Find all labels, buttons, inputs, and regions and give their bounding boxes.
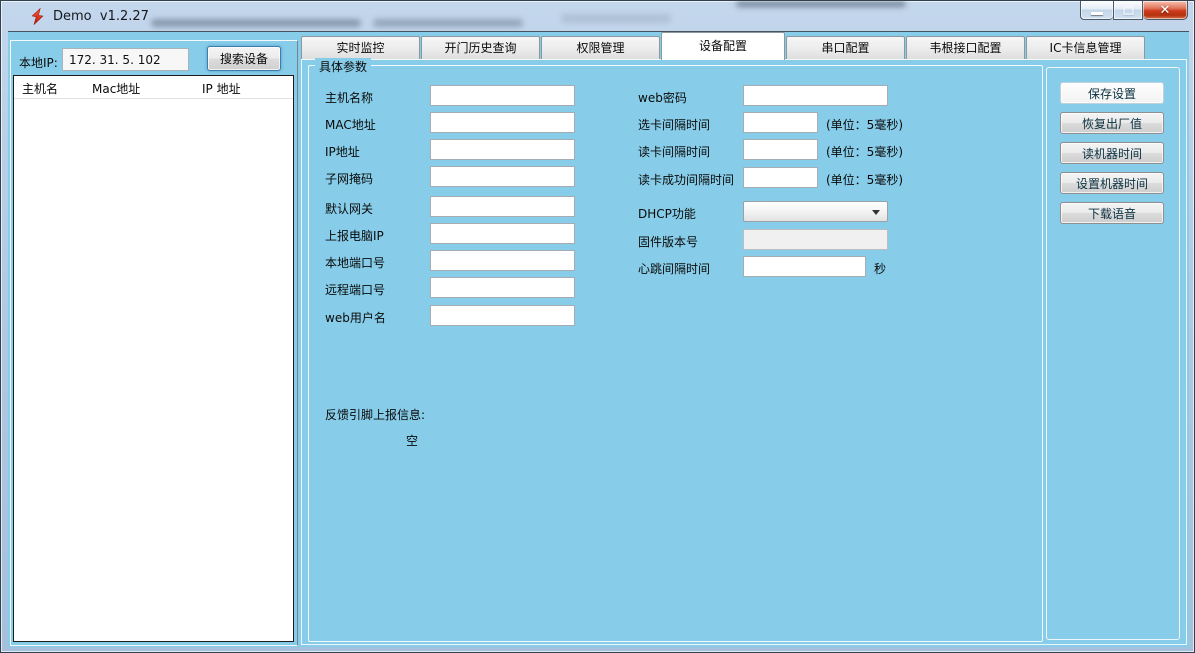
web-password-input[interactable] [743,85,888,106]
device-config-tabpage: 具体参数 反馈引脚上报信息: 空 主机名称 MAC地址 IP地址子网掩码默认网关上报… [301,59,1187,645]
maximize-icon [1123,6,1134,15]
close-icon: ✕ [1143,3,1187,18]
ip-address-label: IP地址 [325,143,360,160]
app-window: Demo v1.2.27 ✕ 本地IP: 搜索设备 主机名Mac地址IP 地址 … [0,0,1195,653]
maximize-button[interactable] [1113,1,1143,20]
tab-realtime-monitor[interactable]: 实时监控 [301,36,420,60]
device-list: 主机名 Mac地址 IP 地址 [13,75,294,642]
card-select-interval-input[interactable] [743,112,818,133]
app-logo-icon [29,8,46,25]
list-header-hostname[interactable]: 主机名 [22,80,58,97]
titlebar-blur-artifact [561,14,671,23]
search-devices-button[interactable]: 搜索设备 [207,46,281,71]
dhcp-function-select[interactable] [743,201,888,222]
tab-device-config[interactable]: 设备配置 [661,32,785,60]
card-read-interval-input[interactable] [743,139,818,160]
device-list-header: 主机名 Mac地址 IP 地址 [14,76,293,99]
report-pc-ip-input[interactable] [430,223,575,244]
parameters-groupbox: 具体参数 反馈引脚上报信息: 空 主机名称MAC地址IP地址子网掩码默认网关上报… [308,65,1043,642]
web-username-label: web用户名 [325,309,386,326]
ip-address-input[interactable] [430,139,575,160]
local-port-label: 本地端口号 [325,254,385,271]
feedback-pin-value: 空 [406,432,418,449]
minimize-button[interactable] [1080,1,1113,20]
card-read-interval-label: 读卡间隔时间 [638,143,710,160]
feedback-pin-label: 反馈引脚上报信息: [325,406,425,423]
read-device-time-button[interactable]: 读机器时间 [1060,142,1164,164]
web-username-input[interactable] [430,305,575,326]
card-select-interval-label: 选卡间隔时间 [638,116,710,133]
remote-port-input[interactable] [430,277,575,298]
tab-ic-card-info[interactable]: IC卡信息管理 [1026,36,1145,60]
groupbox-title: 具体参数 [315,58,371,75]
local-ip-label: 本地IP: [19,54,58,71]
card-select-interval-unit-label: (单位：5毫秒) [826,116,903,133]
actions-groupbox: 保存设置恢复出厂值读机器时间设置机器时间下载语音 [1046,67,1180,640]
list-header-mac-address[interactable]: Mac地址 [92,80,140,97]
firmware-version-input [743,229,888,250]
card-read-success-interval-input[interactable] [743,167,818,188]
device-list-body[interactable] [14,99,293,641]
chevron-down-icon [872,210,880,215]
default-gateway-label: 默认网关 [325,200,373,217]
card-read-success-interval-unit-label: (单位：5毫秒) [826,171,903,188]
host-name-input[interactable] [430,85,575,106]
web-password-label: web密码 [638,89,687,106]
mac-address-input[interactable] [430,112,575,133]
download-voice-button[interactable]: 下载语音 [1060,202,1164,224]
set-device-time-button[interactable]: 设置机器时间 [1060,172,1164,194]
tab-open-door-history[interactable]: 开门历史查询 [421,36,540,60]
tab-strip: 实时监控开门历史查询权限管理设备配置串口配置韦根接口配置IC卡信息管理 [301,34,1145,60]
dhcp-function-label: DHCP功能 [638,205,696,222]
heartbeat-interval-label: 心跳间隔时间 [638,260,710,277]
titlebar: Demo v1.2.27 ✕ [1,1,1194,31]
tab-serial-config[interactable]: 串口配置 [786,36,905,60]
list-header-ip-address[interactable]: IP 地址 [202,80,241,97]
client-area: 本地IP: 搜索设备 主机名Mac地址IP 地址 实时监控开门历史查询权限管理设… [8,31,1189,647]
firmware-version-label: 固件版本号 [638,233,698,250]
report-pc-ip-label: 上报电脑IP [325,227,384,244]
mac-address-label: MAC地址 [325,116,376,133]
local-ip-input[interactable] [62,48,189,71]
heartbeat-interval-unit-label: 秒 [874,260,886,277]
subnet-mask-input[interactable] [430,166,575,187]
tab-wiegand-config[interactable]: 韦根接口配置 [906,36,1025,60]
window-controls: ✕ [1080,1,1188,21]
minimize-icon [1091,12,1103,15]
window-title: Demo v1.2.27 [53,9,149,24]
titlebar-blur-artifact [373,19,523,27]
card-read-interval-unit-label: (单位：5毫秒) [826,143,903,160]
titlebar-blur-artifact [736,1,906,7]
tab-permission-management[interactable]: 权限管理 [541,36,660,60]
remote-port-label: 远程端口号 [325,281,385,298]
card-read-success-interval-label: 读卡成功间隔时间 [638,171,734,188]
close-button[interactable]: ✕ [1143,1,1188,20]
heartbeat-interval-input[interactable] [743,256,866,277]
host-name-label: 主机名称 [325,89,373,106]
titlebar-blur-artifact [151,19,361,27]
subnet-mask-label: 子网掩码 [325,170,373,187]
device-search-panel: 本地IP: 搜索设备 主机名 Mac地址 IP 地址 [10,40,298,646]
restore-factory-button[interactable]: 恢复出厂值 [1060,112,1164,134]
default-gateway-input[interactable] [430,196,575,217]
local-port-input[interactable] [430,250,575,271]
save-settings-button[interactable]: 保存设置 [1060,82,1164,104]
